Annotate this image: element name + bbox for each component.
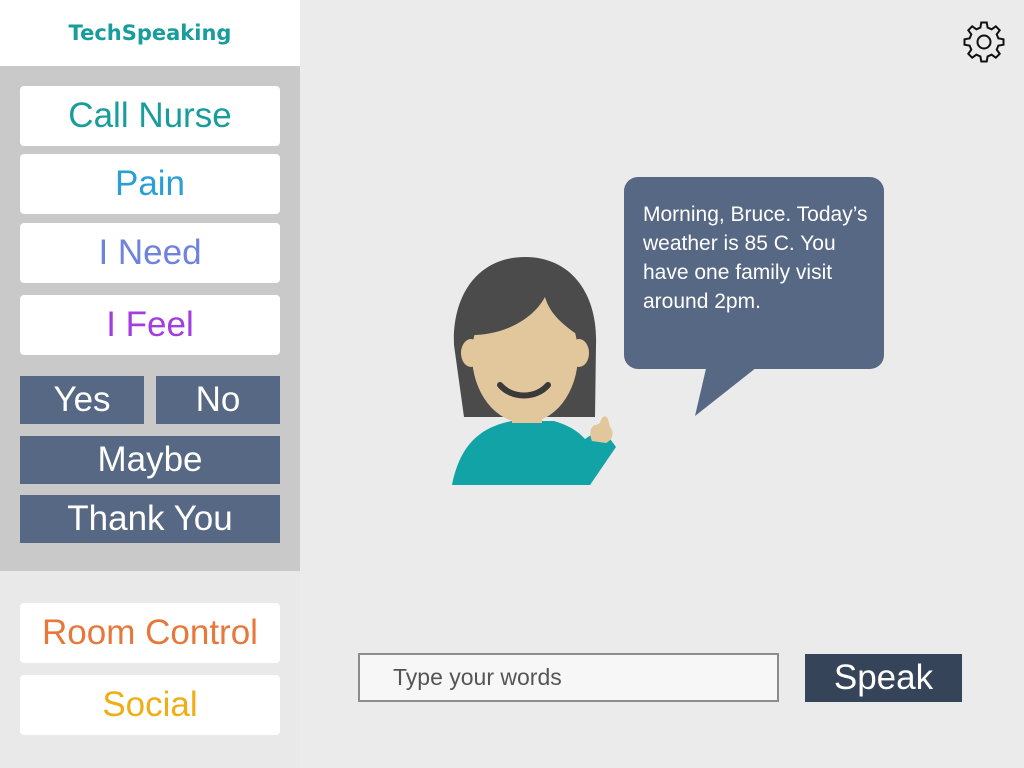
sidebar: TechSpeaking Call Nurse Pain I Need I Fe… bbox=[0, 0, 300, 768]
gear-icon[interactable] bbox=[962, 20, 1006, 64]
pain-button[interactable]: Pain bbox=[20, 154, 280, 214]
app-brand: TechSpeaking bbox=[0, 0, 300, 66]
call-nurse-button[interactable]: Call Nurse bbox=[20, 86, 280, 146]
thank-you-button[interactable]: Thank You bbox=[20, 495, 280, 543]
i-need-button[interactable]: I Need bbox=[20, 223, 280, 283]
yes-button[interactable]: Yes bbox=[20, 376, 144, 424]
maybe-button[interactable]: Maybe bbox=[20, 436, 280, 484]
i-feel-button[interactable]: I Feel bbox=[20, 295, 280, 355]
speak-button[interactable]: Speak bbox=[805, 654, 962, 702]
type-words-input[interactable] bbox=[358, 653, 779, 702]
speech-bubble-tail bbox=[690, 360, 780, 420]
no-button[interactable]: No bbox=[156, 376, 280, 424]
assistant-message: Morning, Bruce. Today’s weather is 85 C.… bbox=[643, 203, 868, 313]
assistant-avatar bbox=[440, 245, 630, 490]
social-button[interactable]: Social bbox=[20, 675, 280, 735]
room-control-button[interactable]: Room Control bbox=[20, 603, 280, 663]
